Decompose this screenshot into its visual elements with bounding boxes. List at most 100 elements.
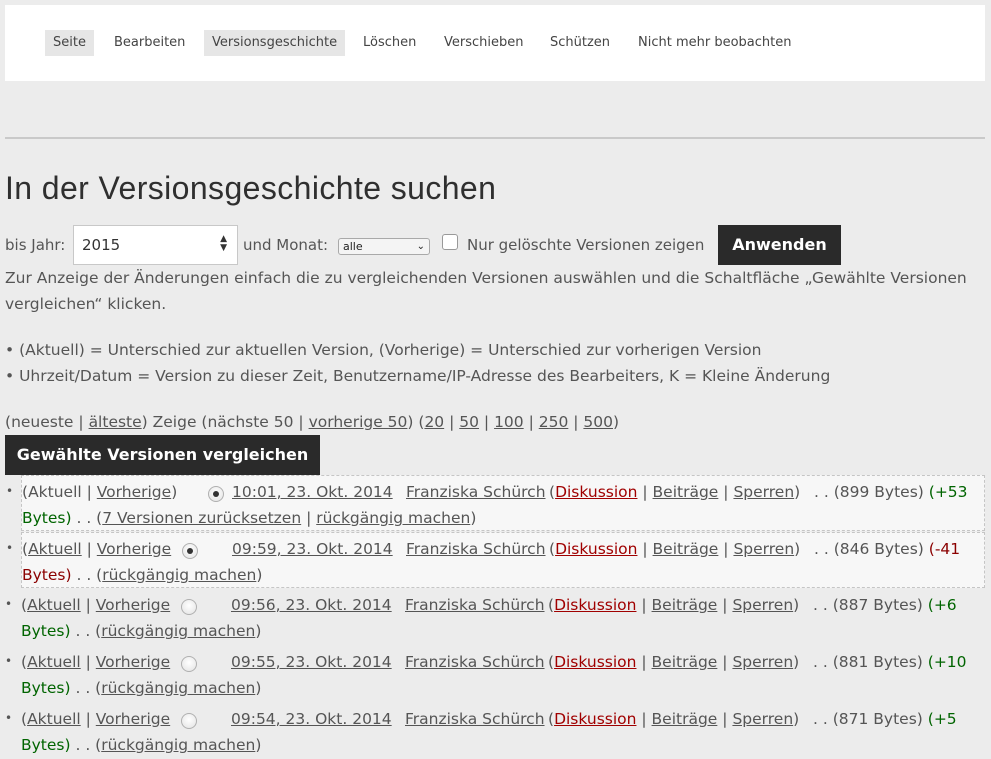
tab-schuetzen[interactable]: Schützen (542, 30, 618, 56)
revision-row: • (Aktuell | Vorherige) 10:01, 23. Okt. … (6, 475, 985, 531)
limit-50-link[interactable]: 50 (459, 413, 479, 431)
bullet: • (6, 541, 14, 555)
limit-250-link[interactable]: 250 (539, 413, 569, 431)
tab-bearbeiten[interactable]: Bearbeiten (106, 30, 193, 56)
revision-row: • (Aktuell | Vorherige 09:54, 23. Okt. 2… (5, 703, 985, 759)
bullet: • (5, 654, 13, 668)
revision-size: (887 Bytes) (832, 596, 923, 614)
tab-loeschen[interactable]: Löschen (355, 30, 424, 56)
show-label: Zeige (152, 413, 197, 431)
revision-size: (846 Bytes) (833, 540, 924, 558)
size-diff: (+5 (927, 710, 957, 728)
contribs-link[interactable]: Beiträge (653, 483, 719, 501)
talk-link[interactable]: Diskussion (555, 483, 637, 501)
tab-verschieben[interactable]: Verschieben (436, 30, 532, 56)
previous-link[interactable]: Vorherige (96, 710, 170, 728)
size-diff: (+6 (927, 596, 957, 614)
tab-nicht-mehr-beobachten[interactable]: Nicht mehr beobachten (630, 30, 799, 56)
user-link[interactable]: Franziska Schürch (405, 649, 545, 675)
limit-20-link[interactable]: 20 (424, 413, 444, 431)
current-link[interactable]: Aktuell (28, 540, 82, 558)
undo-link[interactable]: rückgängig machen (316, 509, 470, 527)
contribs-link[interactable]: Beiträge (652, 596, 718, 614)
deleted-only-checkbox[interactable] (442, 234, 458, 250)
chevron-down-icon: ⌄ (416, 241, 425, 252)
page-title: In der Versionsgeschichte suchen (5, 170, 497, 206)
contribs-link[interactable]: Beiträge (652, 710, 718, 728)
compare-versions-button[interactable]: Gewählte Versionen vergleichen (5, 435, 320, 475)
revision-row: • (Aktuell | Vorherige 09:59, 23. Okt. 2… (6, 532, 985, 588)
undo-link[interactable]: rückgängig machen (101, 736, 255, 754)
month-value: alle (343, 240, 363, 253)
block-link[interactable]: Sperren (732, 653, 793, 671)
previous-link[interactable]: Vorherige (97, 540, 171, 558)
limit-100-link[interactable]: 100 (494, 413, 524, 431)
revision-timestamp-link[interactable]: 09:55, 23. Okt. 2014 (231, 649, 392, 675)
prev-link[interactable]: vorherige 50 (309, 413, 408, 431)
talk-link[interactable]: Diskussion (554, 653, 636, 671)
apply-button[interactable]: Anwenden (718, 225, 841, 265)
contribs-link[interactable]: Beiträge (653, 540, 719, 558)
talk-link[interactable]: Diskussion (554, 710, 636, 728)
block-link[interactable]: Sperren (733, 483, 794, 501)
size-diff-unit: Bytes) (21, 736, 71, 754)
user-link[interactable]: Franziska Schürch (406, 536, 546, 562)
revision-timestamp-link[interactable]: 09:59, 23. Okt. 2014 (232, 536, 393, 562)
revision-radio-left[interactable] (181, 599, 197, 615)
year-label: bis Jahr: (5, 236, 66, 254)
user-link[interactable]: Franziska Schürch (406, 479, 546, 505)
block-link[interactable]: Sperren (733, 540, 794, 558)
year-input[interactable]: 2015 ▲ ▼ (73, 225, 238, 265)
previous-link[interactable]: Vorherige (96, 653, 170, 671)
month-select[interactable]: alle ⌄ (338, 238, 430, 255)
block-link[interactable]: Sperren (732, 710, 793, 728)
previous-link[interactable]: Vorherige (96, 596, 170, 614)
current-link[interactable]: Aktuell (27, 653, 81, 671)
block-link[interactable]: Sperren (732, 596, 793, 614)
user-link[interactable]: Franziska Schürch (405, 592, 545, 618)
bullet: • (5, 597, 13, 611)
size-diff-unit: Bytes) (21, 622, 71, 640)
undo-link[interactable]: rückgängig machen (101, 679, 255, 697)
size-diff-unit: Bytes) (21, 679, 71, 697)
size-diff-unit: Bytes) (22, 566, 72, 584)
revision-radio-left[interactable] (181, 656, 197, 672)
legend-item: • (Aktuell) = Unterschied zur aktuellen … (5, 341, 762, 359)
revision-radio-right[interactable] (208, 486, 224, 502)
spinner-icon[interactable]: ▲ ▼ (220, 235, 227, 253)
month-label: und Monat: (243, 236, 329, 254)
next-label: nächste 50 (207, 413, 294, 431)
oldest-link[interactable]: älteste (89, 413, 142, 431)
contribs-link[interactable]: Beiträge (652, 653, 718, 671)
bullet: • (5, 711, 13, 725)
undo-link[interactable]: rückgängig machen (102, 566, 256, 584)
page-tabs: Seite Bearbeiten Versionsgeschichte Lösc… (5, 5, 985, 81)
bullet: • (6, 484, 14, 498)
legend: • (Aktuell) = Unterschied zur aktuellen … (5, 337, 830, 389)
revision-row: • (Aktuell | Vorherige 09:55, 23. Okt. 2… (5, 646, 985, 702)
talk-link[interactable]: Diskussion (555, 540, 637, 558)
previous-link[interactable]: Vorherige (97, 483, 171, 501)
current-link[interactable]: Aktuell (27, 596, 81, 614)
size-diff-unit: Bytes) (22, 509, 72, 527)
undo-link[interactable]: rückgängig machen (101, 622, 255, 640)
revision-row: • (Aktuell | Vorherige 09:56, 23. Okt. 2… (5, 589, 985, 645)
current-link[interactable]: Aktuell (27, 710, 81, 728)
deleted-only-label: Nur gelöschte Versionen zeigen (467, 236, 705, 254)
limit-500-link[interactable]: 500 (583, 413, 613, 431)
newest-label: neueste (11, 413, 74, 431)
revision-timestamp-link[interactable]: 09:56, 23. Okt. 2014 (231, 592, 392, 618)
revision-size: (881 Bytes) (832, 653, 923, 671)
revision-timestamp-link[interactable]: 10:01, 23. Okt. 2014 (232, 479, 393, 505)
revision-radio-left[interactable] (181, 713, 197, 729)
revision-timestamp-link[interactable]: 09:54, 23. Okt. 2014 (231, 706, 392, 732)
talk-link[interactable]: Diskussion (554, 596, 636, 614)
size-diff: (-41 (928, 540, 961, 558)
divider (5, 137, 985, 139)
user-link[interactable]: Franziska Schürch (405, 706, 545, 732)
rollback-link[interactable]: 7 Versionen zurücksetzen (102, 509, 301, 527)
tab-versionsgeschichte[interactable]: Versionsgeschichte (204, 30, 346, 56)
tab-seite[interactable]: Seite (45, 30, 94, 56)
revision-radio-left[interactable] (182, 543, 198, 559)
pagination-nav: (neueste | älteste) Zeige (nächste 50 | … (5, 413, 620, 431)
